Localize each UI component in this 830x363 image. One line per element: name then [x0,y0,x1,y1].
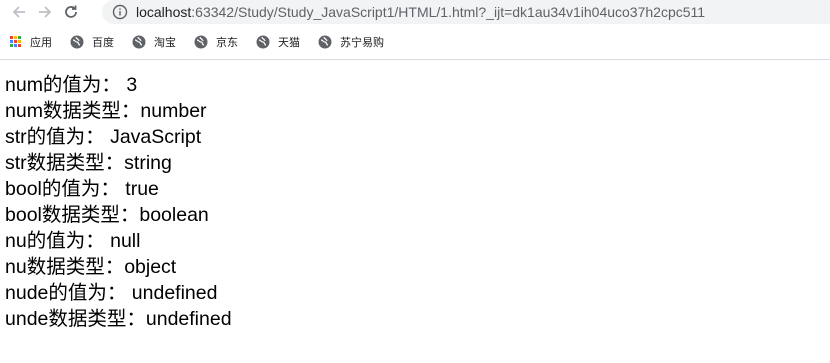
bookmark-taobao[interactable]: 淘宝 [132,34,176,50]
bookmark-suning[interactable]: 苏宁易购 [318,34,384,50]
bookmark-label: 应用 [30,36,52,49]
forward-button[interactable] [34,1,56,23]
bookmark-label: 百度 [92,36,114,49]
arrow-right-icon [39,6,52,18]
globe-icon [318,35,332,49]
bookmark-label: 淘宝 [154,36,176,49]
bookmark-label: 京东 [216,36,238,49]
back-button[interactable] [8,1,30,23]
arrow-left-icon [12,6,25,18]
bookmark-baidu[interactable]: 百度 [70,34,114,50]
output-line-num-type: num数据类型：number [5,100,207,122]
url-host: localhost [136,4,192,20]
bookmark-tmall[interactable]: 天猫 [256,34,300,50]
output-line-str-value: str的值为： JavaScript [5,126,202,148]
output-line-str-type: str数据类型：string [5,152,172,174]
output-line-bool-type: bool数据类型：boolean [5,204,209,226]
output-line-nu-type: nu数据类型：object [5,256,177,278]
browser-chrome: localhost:63342/Study/Study_JavaScript1/… [0,0,830,60]
page-content: num的值为： 3 num数据类型：number str的值为： JavaScr… [0,60,830,332]
globe-icon [132,35,146,49]
bookmark-label: 天猫 [278,36,300,49]
output-line-bool-value: bool的值为： true [5,178,159,200]
apps-grid-icon [8,35,22,49]
output-line-num-value: num的值为： 3 [5,74,138,96]
globe-icon [70,35,84,49]
globe-icon [194,35,208,49]
reload-icon [65,5,77,18]
bookmark-apps[interactable]: 应用 [8,34,52,50]
bookmark-jd[interactable]: 京东 [194,34,238,50]
output-line-unde-type: unde数据类型：undefined [5,308,232,330]
output-line-nu-value: nu的值为： null [5,230,141,252]
browser-toolbar: localhost:63342/Study/Study_JavaScript1/… [0,0,830,24]
address-bar[interactable]: localhost:63342/Study/Study_JavaScript1/… [102,0,830,24]
bookmark-label: 苏宁易购 [340,36,384,49]
reload-button[interactable] [60,1,82,23]
url-path: :63342/Study/Study_JavaScript1/HTML/1.ht… [191,4,706,20]
output-line-nude-value: nude的值为： undefined [5,282,218,304]
info-icon[interactable] [112,4,128,20]
bookmarks-bar: 应用 百度 淘宝 京东 天猫 苏宁易购 [0,24,830,60]
globe-icon [256,35,270,49]
